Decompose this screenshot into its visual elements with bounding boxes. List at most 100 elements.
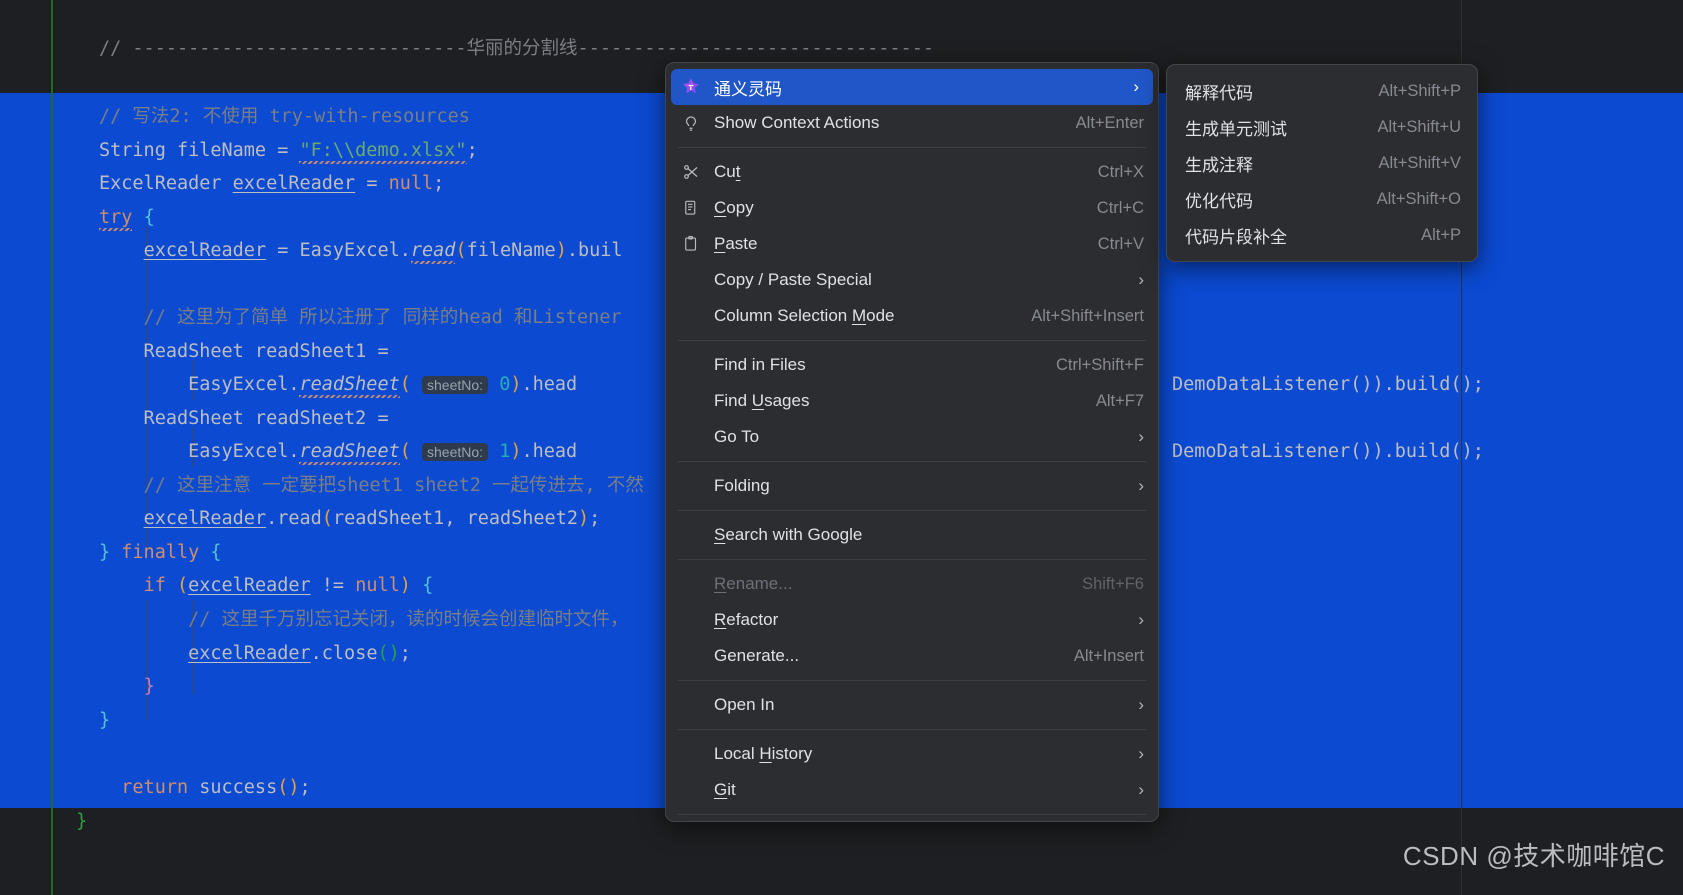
menu-separator: [678, 147, 1146, 148]
editor-context-menu[interactable]: 通义灵码 › Show Context Actions Alt+Enter Cut Ctr…: [665, 62, 1159, 822]
menu-item-label: Column Selection Mode: [714, 306, 895, 325]
code-fragment-right-1-text: DemoDataListener()).build();: [1172, 374, 1484, 395]
code-line-comment-4: // 这里注意 一定要把sheet1 sheet2 一起传进去, 不然: [99, 475, 644, 496]
submenu-item-shortcut: Alt+Shift+O: [1376, 189, 1461, 208]
code-line-try: try {: [99, 207, 155, 228]
menu-item-column-selection-mode[interactable]: Column Selection Mode Alt+Shift+Insert: [666, 298, 1158, 334]
menu-item-shortcut: Alt+F7: [1095, 391, 1144, 410]
submenu-item-shortcut: Alt+Shift+U: [1377, 117, 1461, 136]
param-value-1: 1: [499, 441, 511, 462]
submenu-item-label: 代码片段补全: [1185, 227, 1287, 247]
tongyi-lingma-submenu[interactable]: 解释代码 Alt+Shift+P 生成单元测试 Alt+Shift+U 生成注释 Alt+…: [1166, 64, 1478, 262]
submenu-item-shortcut: Alt+Shift+P: [1378, 81, 1461, 100]
code-line-readsheet1: ReadSheet readSheet1 =: [99, 341, 389, 362]
menu-item-copy-paste-special[interactable]: Copy / Paste Special ›: [666, 262, 1158, 298]
code-line-separator-comment: // ------------------------------华丽的分割线-…: [99, 38, 934, 59]
code-line-comment-3: // 这里为了简单 所以注册了 同样的head 和Listener: [99, 307, 622, 328]
menu-item-folding[interactable]: Folding ›: [666, 468, 1158, 504]
menu-item-local-history[interactable]: Local History ›: [666, 736, 1158, 772]
code-line-excelreader-decl: ExcelReader excelReader = null;: [99, 173, 445, 194]
submenu-item-生成注释[interactable]: 生成注释 Alt+Shift+V: [1167, 145, 1477, 181]
submenu-item-生成单元测试[interactable]: 生成单元测试 Alt+Shift+U: [1167, 109, 1477, 145]
param-value-0: 0: [499, 374, 511, 395]
code-line-readsheet1-body: EasyExcel.readSheet( sheetNo: 0).head: [99, 374, 578, 395]
chevron-right-icon: ›: [1138, 780, 1144, 799]
menu-separator: [678, 510, 1146, 511]
chevron-right-icon: ›: [1138, 610, 1144, 629]
menu-item-label: Search with Google: [714, 525, 863, 544]
scissors-icon: [678, 163, 704, 181]
menu-item-show-context-actions[interactable]: Show Context Actions Alt+Enter: [666, 105, 1158, 141]
code-line-close: excelReader.close();: [188, 643, 411, 664]
menu-item-refactor[interactable]: Refactor ›: [666, 602, 1158, 638]
menu-item-label: Copy / Paste Special: [714, 270, 872, 289]
csdn-watermark: CSDN @技术咖啡馆C: [1402, 841, 1665, 871]
menu-item-label: 通义灵码: [714, 79, 782, 99]
code-line-close-brace: }: [99, 710, 111, 731]
menu-item-shortcut: Ctrl+Shift+F: [1055, 355, 1144, 374]
menu-item-rename: Rename... Shift+F6: [666, 566, 1158, 602]
menu-item-git[interactable]: Git ›: [666, 772, 1158, 808]
lightbulb-icon: [678, 114, 704, 132]
menu-item-generate[interactable]: Generate... Alt+Insert: [666, 638, 1158, 674]
menu-item-label: Rename...: [714, 574, 793, 593]
code-line-finally: } finally {: [99, 542, 222, 563]
code-line-filename: String fileName = "F:\\demo.xlsx";: [99, 140, 478, 161]
menu-item-label: Cut: [714, 162, 741, 181]
menu-item-find-usages[interactable]: Find Usages Alt+F7: [666, 383, 1158, 419]
chevron-right-icon: ›: [1133, 77, 1139, 96]
menu-item-copy[interactable]: Copy Ctrl+C: [666, 190, 1158, 226]
menu-item-find-in-files[interactable]: Find in Files Ctrl+Shift+F: [666, 347, 1158, 383]
code-line-return: return success();: [121, 777, 311, 798]
code-line-readsheet2: ReadSheet readSheet2 =: [99, 408, 389, 429]
code-line-close-brace-inner: }: [143, 676, 155, 697]
submenu-item-label: 生成注释: [1185, 155, 1253, 175]
code-line-if-null: if (excelReader != null) {: [143, 575, 434, 596]
menu-item-label: Open In: [714, 695, 775, 714]
menu-item-go-to[interactable]: Go To ›: [666, 419, 1158, 455]
code-fragment-right-2-text: DemoDataListener()).build();: [1172, 441, 1484, 462]
submenu-item-优化代码[interactable]: 优化代码 Alt+Shift+O: [1167, 181, 1477, 217]
menu-item-search-with-google[interactable]: Search with Google: [666, 517, 1158, 553]
code-line-comment-5: // 这里千万别忘记关闭，读的时候会创建临时文件，: [99, 609, 629, 630]
param-hint-sheetno-1: sheetNo:: [422, 443, 489, 461]
code-line-read: excelReader = EasyExcel.read(fileName).b…: [143, 240, 623, 261]
menu-item-通义灵码[interactable]: 通义灵码 ›: [671, 69, 1153, 105]
code-line-read-call: excelReader.read(readSheet1, readSheet2)…: [143, 508, 601, 529]
tongyi-lingma-icon: [678, 77, 704, 97]
menu-separator: [678, 461, 1146, 462]
submenu-item-shortcut: Alt+P: [1421, 225, 1461, 244]
menu-separator: [678, 340, 1146, 341]
menu-item-shortcut: Ctrl+X: [1097, 162, 1144, 181]
code-line-readsheet2-body: EasyExcel.readSheet( sheetNo: 1).head: [99, 441, 578, 462]
code-fragment-right-2: DemoDataListener()).build();: [1172, 435, 1484, 468]
menu-item-label: Refactor: [714, 610, 779, 629]
menu-item-label: Show Context Actions: [714, 113, 880, 132]
menu-item-shortcut: Ctrl+C: [1096, 198, 1144, 217]
menu-separator: [678, 729, 1146, 730]
paste-icon: [678, 235, 704, 253]
menu-item-label: Folding: [714, 476, 770, 495]
submenu-item-label: 解释代码: [1185, 83, 1253, 103]
submenu-item-解释代码[interactable]: 解释代码 Alt+Shift+P: [1167, 73, 1477, 109]
menu-item-label: Git: [714, 780, 736, 799]
submenu-item-代码片段补全[interactable]: 代码片段补全 Alt+P: [1167, 217, 1477, 253]
menu-item-label: Copy: [714, 198, 754, 217]
code-line-method-end: }: [76, 811, 88, 832]
menu-separator: [678, 680, 1146, 681]
chevron-right-icon: ›: [1138, 744, 1144, 763]
submenu-item-shortcut: Alt+Shift+V: [1378, 153, 1461, 172]
menu-item-cut[interactable]: Cut Ctrl+X: [666, 154, 1158, 190]
menu-item-paste[interactable]: Paste Ctrl+V: [666, 226, 1158, 262]
copy-icon: [678, 199, 704, 217]
menu-item-open-in[interactable]: Open In ›: [666, 687, 1158, 723]
submenu-item-label: 生成单元测试: [1185, 119, 1287, 139]
chevron-right-icon: ›: [1138, 476, 1144, 495]
menu-item-label: Find Usages: [714, 391, 810, 410]
code-line-comment-2: // 写法2: 不使用 try-with-resources: [99, 106, 470, 127]
menu-item-shortcut: Alt+Shift+Insert: [1031, 306, 1144, 325]
menu-item-shortcut: Alt+Insert: [1073, 646, 1144, 665]
menu-item-shortcut: Alt+Enter: [1075, 113, 1144, 132]
menu-item-label: Paste: [714, 234, 758, 253]
menu-item-label: Generate...: [714, 646, 800, 665]
